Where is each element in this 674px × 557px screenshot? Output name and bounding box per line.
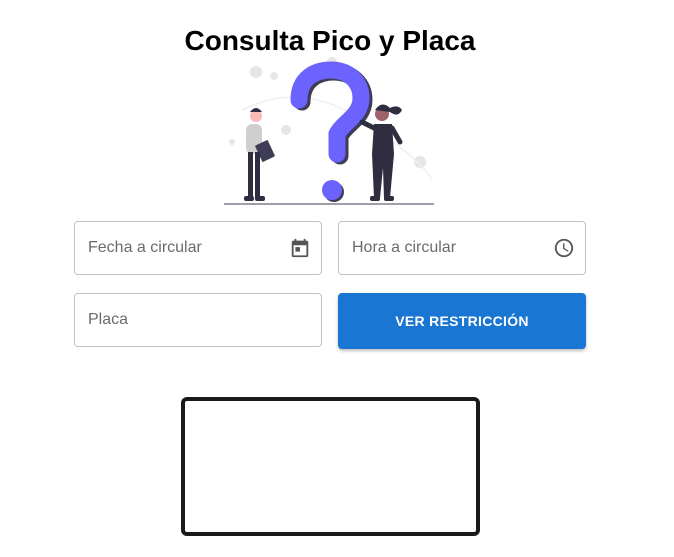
person-right <box>359 104 403 201</box>
check-restriction-button[interactable]: VER RESTRICCIÓN <box>338 293 586 349</box>
time-field[interactable] <box>338 221 586 275</box>
person-left <box>244 108 275 201</box>
question-mark <box>290 61 373 202</box>
plate-field[interactable] <box>74 293 322 347</box>
result-box <box>181 397 480 536</box>
question-illustration <box>224 57 434 205</box>
date-field[interactable] <box>74 221 322 275</box>
date-input[interactable] <box>75 222 321 274</box>
calendar-icon[interactable] <box>289 237 311 259</box>
clock-icon[interactable] <box>553 237 575 259</box>
plate-input[interactable] <box>75 294 321 346</box>
time-input[interactable] <box>339 222 585 274</box>
